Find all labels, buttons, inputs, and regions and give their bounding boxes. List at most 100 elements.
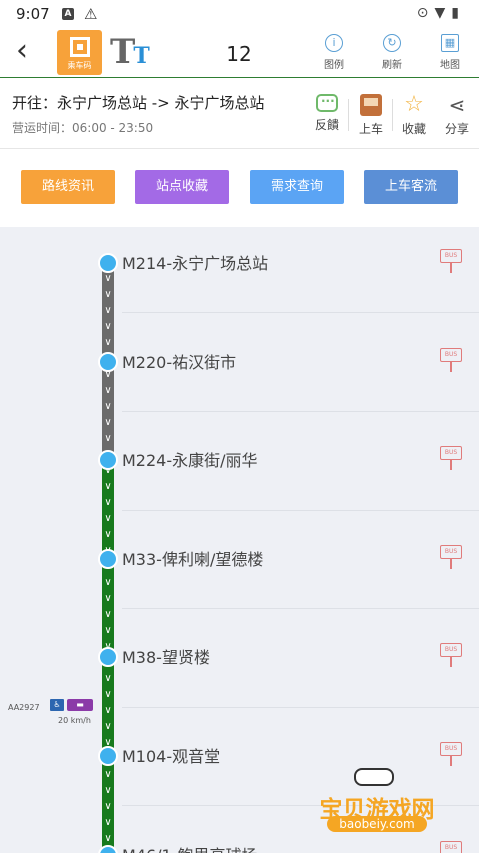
board-button[interactable]: 上车 <box>351 94 391 137</box>
gamepad-icon <box>354 768 394 786</box>
refresh-label: 刷新 <box>382 60 402 71</box>
route-number: 12 <box>226 42 252 66</box>
bus-stop-sign-pole <box>450 263 452 273</box>
bus-board-icon <box>360 94 382 116</box>
stop-divider <box>122 706 479 708</box>
stop-name[interactable]: M46/1-鲍思高球场 <box>122 842 258 853</box>
bus-plate-number: AA2927 <box>8 703 40 712</box>
font-size-icon-big: T <box>110 32 136 72</box>
system-status-icons: ⊙▼▮ <box>416 5 465 21</box>
bus-stop-sign-icon[interactable]: BUS <box>440 643 462 668</box>
direction-chevron: ∨ <box>104 289 112 300</box>
stop-divider <box>122 312 479 314</box>
direction-chevron: ∨ <box>104 337 112 348</box>
qr-code-button[interactable]: 乘车码 <box>57 30 102 75</box>
accessible-icon: ♿ <box>50 699 64 711</box>
share-button[interactable]: ⋖ 分享 <box>437 94 477 137</box>
font-size-button[interactable]: TT <box>110 32 150 72</box>
direction-chevron: ∨ <box>104 497 112 508</box>
bus-stop-sign-text: BUS <box>440 544 462 559</box>
bus-stop-sign-text: BUS <box>440 446 462 461</box>
direction-chevron: ∨ <box>104 801 112 812</box>
direction-chevron: ∨ <box>104 721 112 732</box>
stop-dot <box>98 253 118 273</box>
direction-chevron: ∨ <box>104 305 112 316</box>
direction-chevron: ∨ <box>104 433 112 444</box>
stop-list[interactable]: AA2927 ♿ ▬ 20 km/h ∨ ∨ ∨ ∨ ∨ ∨ ∨ ∨ ∨ ∨ ∨ ∨ ∨ ∨ ∨ ∨ ∨ ∨ ∨ ∨ ∨… <box>0 227 479 853</box>
favorite-label: 收藏 <box>401 122 426 136</box>
direction-chevron: ∨ <box>104 609 112 620</box>
stop-favorites-button[interactable]: 站点收藏 <box>135 170 229 204</box>
direction-chevron: ∨ <box>104 529 112 540</box>
font-size-icon-small: T <box>133 43 150 69</box>
app-notification-icon: A <box>62 8 74 20</box>
stop-name[interactable]: M38-望贤楼 <box>122 644 210 668</box>
stop-name[interactable]: M220-祐汉街市 <box>122 349 236 373</box>
board-label: 上车 <box>358 122 383 136</box>
map-button[interactable]: ▦ 地图 <box>430 34 470 74</box>
refresh-button[interactable]: ↻ 刷新 <box>372 34 412 74</box>
stop-name[interactable]: M214-永宁广场总站 <box>122 250 268 274</box>
bus-speed: 20 km/h <box>58 716 91 725</box>
share-label: 分享 <box>444 122 469 136</box>
share-icon: ⋖ <box>448 93 466 117</box>
stop-name[interactable]: M224-永康街/丽华 <box>122 447 258 471</box>
bus-stop-sign-text: BUS <box>440 249 462 263</box>
legend-icon: i <box>325 34 343 52</box>
status-time: 9:07 <box>16 5 50 23</box>
stop-dot <box>98 450 118 471</box>
direction-chevron: ∨ <box>104 273 112 284</box>
direction-chevron: ∨ <box>104 769 112 780</box>
stop-dot <box>98 647 118 668</box>
stop-dot <box>98 351 118 372</box>
direction-chevron: ∨ <box>104 593 112 604</box>
stop-divider <box>122 410 479 412</box>
bus-stop-sign-pole <box>450 361 452 372</box>
feedback-button[interactable]: 反饋 <box>307 91 347 133</box>
stop-dot <box>98 548 118 569</box>
stop-name[interactable]: M104-观音堂 <box>122 743 220 767</box>
watermark-url: baobeiy.com <box>327 816 427 832</box>
divider <box>392 99 393 131</box>
route-info: 开往：永宁广场总站 -> 永宁广场总站 营运时间：06:00 - 23:50 反… <box>0 79 479 149</box>
legend-button[interactable]: i 图例 <box>314 34 354 74</box>
bus-stop-sign-icon[interactable]: BUS <box>440 249 462 273</box>
direction-chevron: ∨ <box>104 833 112 844</box>
bus-stop-sign-text: BUS <box>440 347 462 362</box>
watermark: 宝贝游戏网 baobeiy.com <box>302 764 452 844</box>
action-button-row: 路线资讯 站点收藏 需求查询 上车客流 <box>0 150 479 226</box>
star-icon: ☆ <box>404 92 424 117</box>
bus-stop-sign-icon[interactable]: BUS <box>440 347 462 372</box>
route-destination: 开往：永宁广场总站 -> 永宁广场总站 <box>12 94 265 112</box>
direction-chevron: ∨ <box>104 481 112 492</box>
boarding-flow-button[interactable]: 上车客流 <box>364 170 458 204</box>
stop-divider <box>122 509 479 511</box>
direction-chevron: ∨ <box>104 705 112 716</box>
stop-name[interactable]: M33-俾利喇/望德楼 <box>122 546 263 570</box>
bus-stop-sign-icon[interactable]: BUS <box>440 446 462 471</box>
route-info-button[interactable]: 路线资讯 <box>21 170 115 204</box>
bus-stop-sign-pole <box>450 460 452 471</box>
direction-chevron: ∨ <box>104 625 112 636</box>
direction-chevron: ∨ <box>104 369 112 380</box>
bus-stop-sign-icon[interactable]: BUS <box>440 742 462 766</box>
direction-chevron: ∨ <box>104 513 112 524</box>
back-button[interactable]: ‹ <box>16 36 46 68</box>
favorite-button[interactable]: ☆ 收藏 <box>394 94 434 137</box>
qr-code-icon <box>70 37 90 57</box>
bus-stop-sign-pole <box>450 558 452 569</box>
direction-chevron: ∨ <box>104 577 112 588</box>
direction-chevron: ∨ <box>104 401 112 412</box>
bus-stop-sign-icon[interactable]: BUS <box>440 544 462 569</box>
status-bar: 9:07 A ⚠ ⊙▼▮ <box>0 0 479 28</box>
route-hours: 营运时间：06:00 - 23:50 <box>12 121 154 135</box>
warning-icon: ⚠ <box>84 5 98 23</box>
direction-chevron: ∨ <box>104 321 112 332</box>
demand-query-button[interactable]: 需求查询 <box>250 170 344 204</box>
bus-icon: ▬ <box>67 699 93 711</box>
bus-stop-sign-text: BUS <box>440 643 462 658</box>
app-toolbar: ‹ 乘车码 TT 12 i 图例 ↻ 刷新 ▦ 地图 <box>0 28 479 78</box>
direction-chevron: ∨ <box>104 689 112 700</box>
direction-chevron: ∨ <box>104 385 112 396</box>
feedback-label: 反饋 <box>314 118 339 132</box>
